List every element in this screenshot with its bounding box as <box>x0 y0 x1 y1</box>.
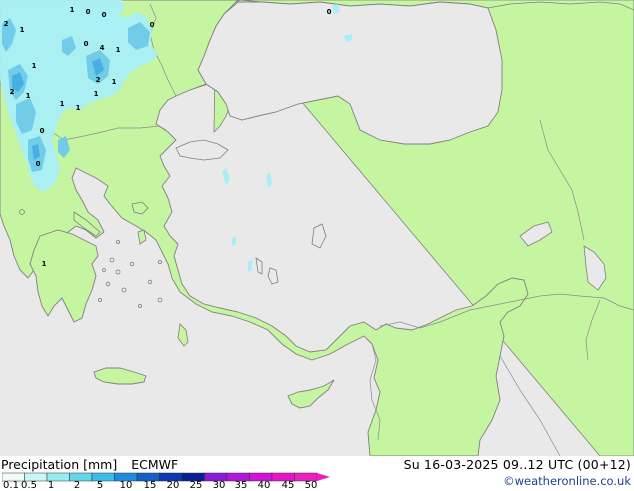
point-value-label: 2 <box>4 20 9 28</box>
point-value-label: 0 <box>150 21 155 29</box>
legend-tick-label: 1 <box>47 480 55 491</box>
legend-tick-label: 25 <box>189 480 203 491</box>
legend-tick-label: 35 <box>234 480 248 491</box>
legend-tick-label: 10 <box>119 480 133 491</box>
legend-tick-label: 0.1 <box>3 480 19 491</box>
point-value-label: 4 <box>100 44 105 52</box>
point-value-label: 1 <box>26 92 31 100</box>
point-value-label: 1 <box>20 26 25 34</box>
legend-tick-label: 5 <box>96 480 104 491</box>
legend-overflow-arrow <box>317 473 330 481</box>
valid-time: Su 16-03-2025 09..12 UTC (00+12) <box>403 457 631 472</box>
legend-swatch <box>91 472 115 482</box>
point-value-label: 1 <box>32 62 37 70</box>
point-value-label: 1 <box>116 46 121 54</box>
point-value-label: 0 <box>102 11 107 19</box>
title-label: Precipitation [mm] <box>1 457 118 472</box>
point-value-label: 2 <box>96 76 101 84</box>
point-value-label: 0 <box>86 8 91 16</box>
point-value-label: 1 <box>112 78 117 86</box>
legend-tick-label: 20 <box>166 480 180 491</box>
precipitation-map: 1 0 0 0 0 2 1 0 4 1 1 2 1 1 1 1 1 2 0 0 1 <box>0 0 634 456</box>
legend-tick-label: 15 <box>143 480 157 491</box>
weather-map-frame: 100002104112111112001 Precipitation [mm]… <box>0 0 634 491</box>
point-value-label: 0 <box>40 127 45 135</box>
point-value-label: 1 <box>60 100 65 108</box>
point-value-label: 0 <box>327 8 332 16</box>
legend-tick-label: 2 <box>73 480 81 491</box>
precip-spot-4 <box>248 260 252 272</box>
credit-link[interactable]: ©weatheronline.co.uk <box>503 474 631 488</box>
point-value-label: 1 <box>94 90 99 98</box>
legend-tick-label: 0.5 <box>21 480 37 491</box>
map-title: Precipitation [mm] ECMWF <box>1 457 178 472</box>
point-value-label: 0 <box>36 160 41 168</box>
model-name: ECMWF <box>131 457 179 472</box>
point-value-label: 1 <box>42 260 47 268</box>
legend-tick-label: 50 <box>304 480 318 491</box>
point-value-label: 1 <box>70 6 75 14</box>
point-value-label: 1 <box>76 104 81 112</box>
point-value-label: 0 <box>84 40 89 48</box>
legend-tick-label: 40 <box>257 480 271 491</box>
legend-tick-label: 30 <box>212 480 226 491</box>
legend-tick-label: 45 <box>281 480 295 491</box>
map-footer: Precipitation [mm] ECMWF Su 16-03-2025 0… <box>0 456 634 491</box>
point-value-label: 2 <box>10 88 15 96</box>
